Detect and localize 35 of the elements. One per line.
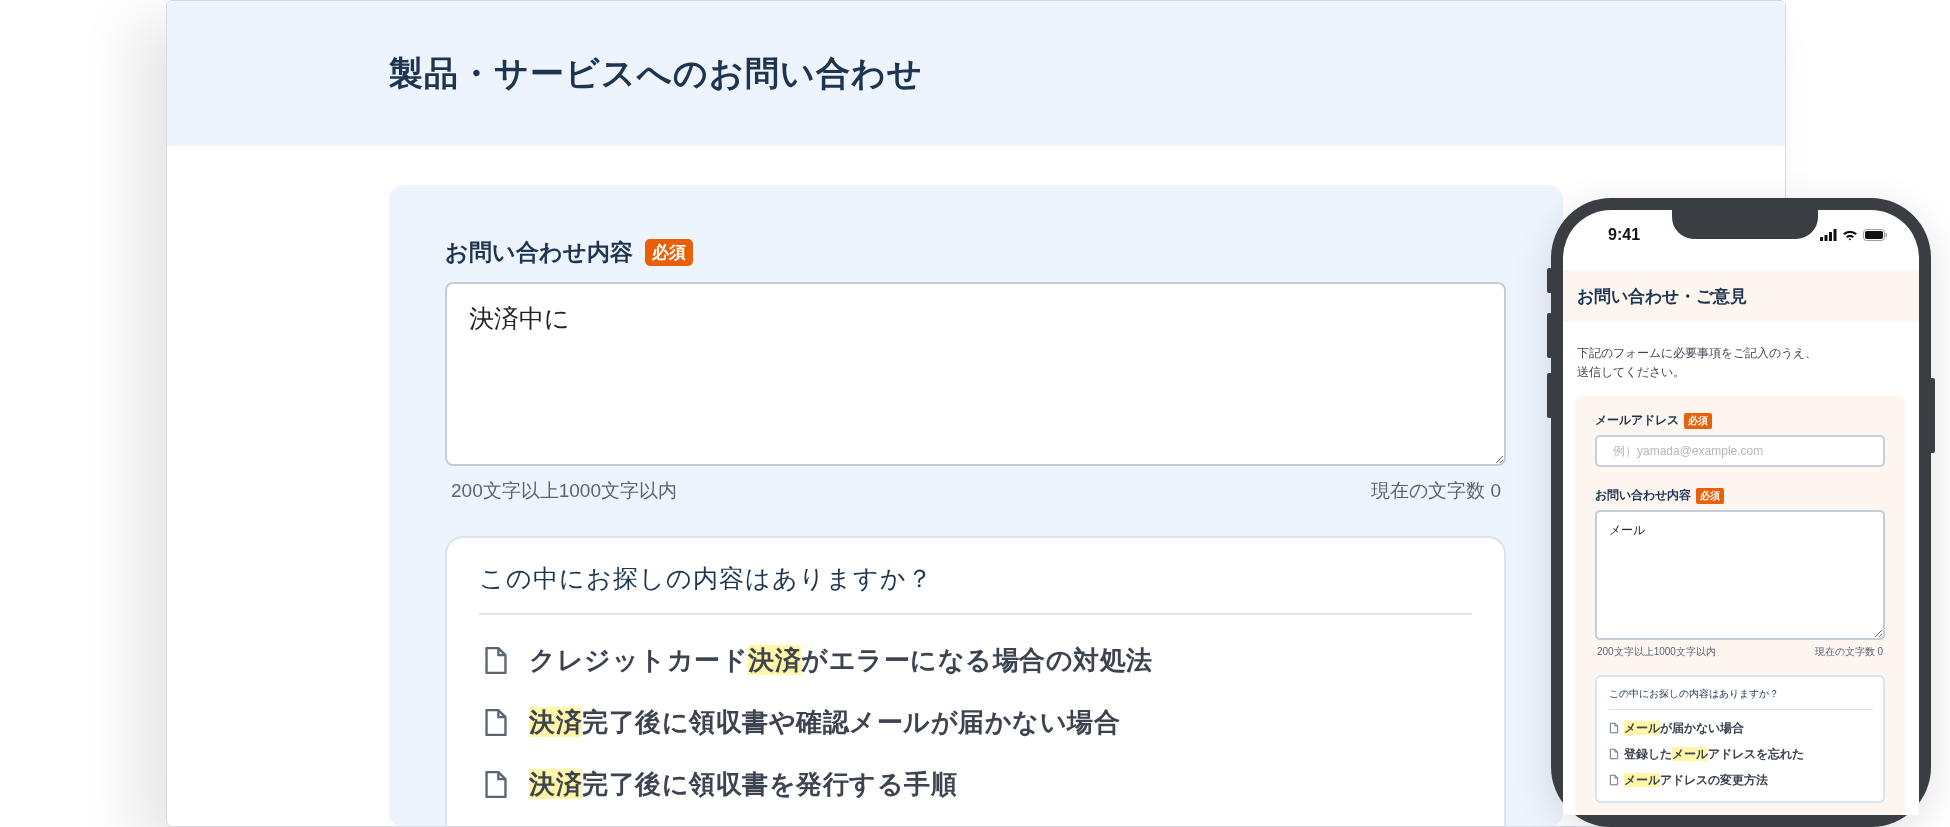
field-label: お問い合わせ内容 bbox=[1595, 487, 1691, 504]
char-count: 現在の文字数 0 bbox=[1814, 645, 1883, 659]
field-label: お問い合わせ内容 bbox=[445, 238, 633, 267]
suggestion-link[interactable]: メールアドレスの変更方法 bbox=[1624, 771, 1768, 789]
required-badge: 必須 bbox=[1696, 487, 1724, 504]
suggestion-link[interactable]: 決済完了後に領収書や確認メールが届かない場合 bbox=[529, 704, 1120, 740]
document-icon bbox=[483, 769, 509, 799]
required-badge: 必須 bbox=[1684, 412, 1712, 429]
suggestion-link[interactable]: 登録したメールアドレスを忘れた bbox=[1624, 745, 1804, 763]
page-title: 製品・サービスへのお問い合わせ bbox=[389, 52, 923, 94]
suggestion-link[interactable]: 決済完了後に領収書を発行する手順 bbox=[529, 766, 957, 802]
document-icon bbox=[483, 645, 509, 675]
status-time: 9:41 bbox=[1608, 226, 1641, 244]
signal-icon bbox=[1820, 229, 1837, 241]
document-icon bbox=[1609, 774, 1619, 786]
suggestion-link[interactable]: クレジットカード決済がエラーになる場合の対処法 bbox=[529, 642, 1153, 678]
text-area[interactable]: 決済中に bbox=[445, 282, 1506, 466]
page-title: お問い合わせ・ご意見 bbox=[1577, 285, 1747, 308]
text-area[interactable]: メール bbox=[1595, 510, 1885, 640]
suggestion-link[interactable]: メールが届かない場合 bbox=[1624, 719, 1744, 737]
document-icon bbox=[483, 707, 509, 737]
form-description: 送信してください。 bbox=[1577, 364, 1685, 381]
field-label: メールアドレス bbox=[1595, 412, 1679, 429]
wifi-icon bbox=[1842, 229, 1858, 241]
form-description: 下記のフォームに必要事項をご記入のうえ、 bbox=[1577, 345, 1817, 362]
char-limit-hint: 200文字以上1000文字以内 bbox=[1597, 645, 1716, 659]
suggestion-heading: この中にお探しの内容はありますか？ bbox=[479, 563, 934, 594]
char-count: 現在の文字数 0 bbox=[1371, 479, 1501, 503]
battery-icon bbox=[1863, 229, 1887, 241]
char-limit-hint: 200文字以上1000文字以内 bbox=[451, 479, 677, 503]
document-icon bbox=[1609, 722, 1619, 734]
suggestion-heading: この中にお探しの内容はありますか？ bbox=[1609, 687, 1780, 701]
document-icon bbox=[1609, 748, 1619, 760]
email-field[interactable]: 例）yamada@example.com bbox=[1595, 435, 1885, 467]
required-badge: 必須 bbox=[645, 239, 693, 266]
